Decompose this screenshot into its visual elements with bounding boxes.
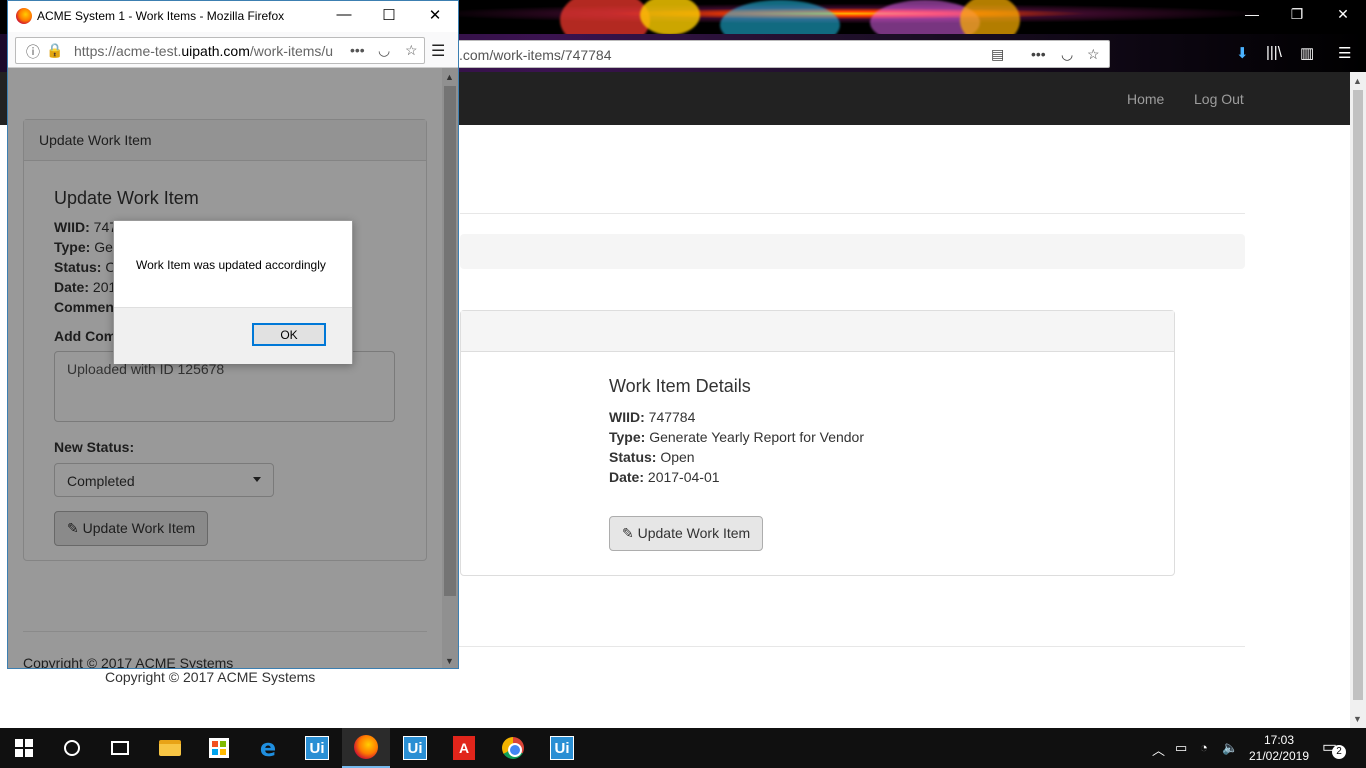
info-icon[interactable]: ⓘ [26,42,40,62]
wallpaper-swoosh [560,0,650,34]
type-label: Type: [609,429,646,445]
folder-icon [159,740,181,756]
status-label: Status: [609,449,657,465]
logout-link[interactable]: Log Out [1194,91,1244,107]
update-work-item-button[interactable]: ✎ Update Work Item [609,516,764,551]
lock-icon[interactable]: 🔒 [46,42,63,59]
wallpaper-swoosh [640,0,700,34]
chrome-icon [502,737,524,759]
page-actions-icon[interactable]: ••• [346,42,365,58]
scroll-up-icon[interactable]: ▲ [1353,76,1362,86]
alert-message: Work Item was updated accordingly [136,258,326,272]
bookmark-star-icon[interactable]: ☆ [1087,46,1100,63]
page-scrollbar[interactable]: ▲ ▼ [1350,72,1366,728]
popup-toolbar: ⓘ 🔒 https://acme-test.uipath.com/work-it… [8,32,458,68]
ok-button[interactable]: OK [252,323,326,346]
volume-mute-icon[interactable]: 🔈 [1222,740,1238,756]
modal-overlay [8,68,458,668]
date-label: Date: [609,469,645,485]
task-view-icon [111,741,129,755]
wifi-icon[interactable]: ◔ [1200,740,1208,755]
home-link[interactable]: Home [1127,91,1164,107]
popup-menu-icon[interactable]: ☰ [431,41,445,61]
search-button[interactable] [48,728,96,768]
pdf-icon: A [453,736,475,760]
page-footer: Copyright © 2017 ACME Systems [105,669,316,685]
notification-count: 2 [1332,745,1346,759]
bookmark-star-icon[interactable]: ☆ [405,42,418,59]
url-rest: /work-items/u [249,43,334,59]
sidebar-icon[interactable]: ▥ [1300,44,1314,62]
wiid-label: WIID: [609,409,645,425]
menu-icon[interactable]: ☰ [1338,44,1351,62]
chrome-button[interactable] [489,728,537,768]
firefox-taskbar-button[interactable] [342,728,390,768]
windows-icon [15,739,33,757]
pocket-icon[interactable]: ◡ [1061,46,1073,63]
wallpaper-swoosh [960,0,1020,34]
restore-button[interactable]: ❐ [1274,6,1320,23]
uipath-button-3[interactable]: Ui [538,728,586,768]
scrollbar-thumb[interactable] [1353,90,1363,700]
task-view-button[interactable] [96,728,144,768]
close-button[interactable]: ✕ [1320,6,1366,23]
panel-header [461,311,1174,352]
library-icon[interactable]: |||\ [1266,44,1282,61]
reader-view-icon[interactable]: ▤ [991,46,1004,63]
system-clock[interactable]: 17:03 21/02/2019 [1248,732,1310,764]
chevron-up-icon[interactable]: ︿ [1152,740,1165,759]
window-title: ACME System 1 - Work Items - Mozilla Fir… [37,9,285,23]
background-url-bar[interactable]: .com/work-items/747784 ▤ ••• ◡ ☆ [440,40,1110,68]
details-heading: Work Item Details [609,376,751,396]
update-button-label: Update Work Item [637,525,751,541]
firefox-icon [16,8,32,24]
popup-url-bar[interactable]: ⓘ 🔒 https://acme-test.uipath.com/work-it… [15,37,425,64]
footer-divider [355,646,1245,647]
scroll-down-icon[interactable]: ▼ [1353,714,1362,724]
firefox-icon [354,735,378,759]
url-prefix: https://acme-test. [74,43,182,59]
uipath-icon: Ui [550,736,574,760]
action-center-button[interactable]: ▭ 2 [1322,737,1346,759]
uipath-button-2[interactable]: Ui [391,728,439,768]
download-icon[interactable]: ⬇ [1236,44,1249,62]
url-domain: uipath.com [181,43,250,59]
battery-icon[interactable]: ▭ [1175,740,1187,756]
pencil-icon: ✎ [622,525,634,541]
breadcrumb-well [460,234,1245,269]
file-explorer-button[interactable] [146,728,194,768]
store-icon [209,738,229,758]
clock-time: 17:03 [1263,733,1295,747]
uipath-icon: Ui [403,736,427,760]
store-button[interactable] [195,728,243,768]
popup-titlebar: ACME System 1 - Work Items - Mozilla Fir… [8,1,458,32]
start-button[interactable] [0,728,48,768]
popup-maximize-button[interactable]: ☐ [366,6,412,24]
uipath-button-1[interactable]: Ui [293,728,341,768]
alert-footer: OK [114,307,352,364]
search-icon [64,740,80,756]
date-value: 2017-04-01 [647,469,720,485]
wiid-value: 747784 [648,409,696,425]
edge-button[interactable]: e [244,728,292,768]
clock-date: 21/02/2019 [1248,749,1310,763]
alert-dialog: Work Item was updated accordingly OK [113,220,353,364]
acrobat-button[interactable]: A [440,728,488,768]
popup-minimize-button[interactable]: — [321,6,367,23]
popup-close-button[interactable]: ✕ [412,6,458,24]
page-actions-icon[interactable]: ••• [1031,46,1046,62]
wallpaper-swoosh [720,0,840,34]
status-value: Open [660,449,695,465]
type-value: Generate Yearly Report for Vendor [649,429,865,445]
divider [460,213,1245,214]
minimize-button[interactable]: — [1229,6,1275,22]
work-item-details: Work Item Details WIID: 747784 Type: Gen… [609,376,864,489]
pocket-icon[interactable]: ◡ [378,42,390,59]
url-text: .com/work-items/747784 [459,47,612,63]
edge-icon: e [259,734,277,762]
taskbar: e Ui Ui A Ui ︿ ▭ ◔ 🔈 17:03 21/02/2019 ▭ … [0,728,1366,768]
uipath-icon: Ui [305,736,329,760]
